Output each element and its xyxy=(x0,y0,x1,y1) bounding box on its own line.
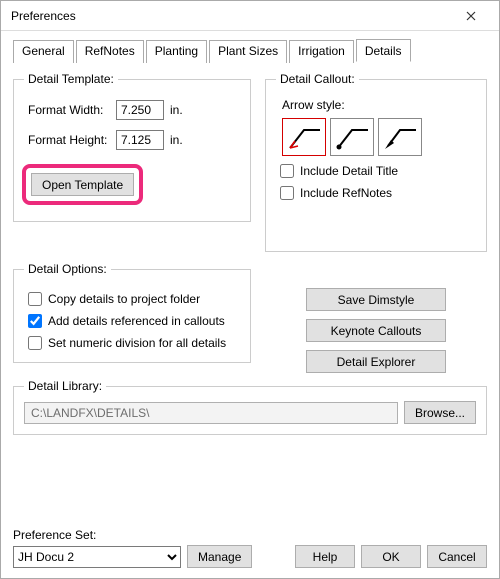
height-unit: in. xyxy=(170,133,183,147)
copy-details-checkbox[interactable] xyxy=(28,292,42,306)
preferences-dialog: Preferences General RefNotes Planting Pl… xyxy=(0,0,500,579)
detail-callout-legend: Detail Callout: xyxy=(276,72,359,86)
close-icon xyxy=(466,11,476,21)
include-detail-title-label: Include Detail Title xyxy=(300,164,398,178)
detail-template-legend: Detail Template: xyxy=(24,72,118,86)
detail-callout-group: Detail Callout: Arrow style: Include De xyxy=(265,72,487,252)
dialog-content: General RefNotes Planting Plant Sizes Ir… xyxy=(1,31,499,578)
ok-button[interactable]: OK xyxy=(361,545,421,568)
window-title: Preferences xyxy=(11,9,451,23)
tab-refnotes[interactable]: RefNotes xyxy=(76,40,144,63)
manage-button[interactable]: Manage xyxy=(187,545,252,568)
detail-options-group: Detail Options: Copy details to project … xyxy=(13,262,251,363)
include-refnotes-checkbox[interactable] xyxy=(280,186,294,200)
detail-library-group: Detail Library: Browse... xyxy=(13,379,487,435)
open-template-highlight: Open Template xyxy=(22,164,143,205)
open-template-button[interactable]: Open Template xyxy=(31,173,134,196)
arrow-style-3[interactable] xyxy=(378,118,422,156)
detail-explorer-button[interactable]: Detail Explorer xyxy=(306,350,446,373)
tab-details[interactable]: Details xyxy=(356,39,411,62)
width-unit: in. xyxy=(170,103,183,117)
tab-planting[interactable]: Planting xyxy=(146,40,207,63)
detail-library-path xyxy=(24,402,398,424)
arrow-style-1[interactable] xyxy=(282,118,326,156)
preference-set-label: Preference Set: xyxy=(13,528,487,542)
browse-button[interactable]: Browse... xyxy=(404,401,476,424)
include-detail-title-checkbox[interactable] xyxy=(280,164,294,178)
numeric-division-checkbox[interactable] xyxy=(28,336,42,350)
detail-library-legend: Detail Library: xyxy=(24,379,106,393)
tab-strip: General RefNotes Planting Plant Sizes Ir… xyxy=(13,39,487,62)
bottom-bar: Preference Set: JH Docu 2 Manage Help OK… xyxy=(13,528,487,568)
preference-set-select[interactable]: JH Docu 2 xyxy=(13,546,181,568)
detail-options-legend: Detail Options: xyxy=(24,262,111,276)
tab-plantsizes[interactable]: Plant Sizes xyxy=(209,40,287,63)
tab-irrigation[interactable]: Irrigation xyxy=(289,40,354,63)
add-details-label: Add details referenced in callouts xyxy=(48,314,225,328)
arrow-open-icon xyxy=(286,122,322,152)
save-dimstyle-button[interactable]: Save Dimstyle xyxy=(306,288,446,311)
title-bar: Preferences xyxy=(1,1,499,31)
close-button[interactable] xyxy=(451,2,491,30)
arrow-style-label: Arrow style: xyxy=(282,98,476,112)
include-refnotes-label: Include RefNotes xyxy=(300,186,392,200)
help-button[interactable]: Help xyxy=(295,545,355,568)
copy-details-label: Copy details to project folder xyxy=(48,292,200,306)
format-height-input[interactable] xyxy=(116,130,164,150)
keynote-callouts-button[interactable]: Keynote Callouts xyxy=(306,319,446,342)
arrow-dot-icon xyxy=(334,122,370,152)
arrow-style-2[interactable] xyxy=(330,118,374,156)
numeric-division-label: Set numeric division for all details xyxy=(48,336,226,350)
right-button-column: Save Dimstyle Keynote Callouts Detail Ex… xyxy=(265,288,487,373)
format-height-label: Format Height: xyxy=(28,133,116,147)
detail-template-group: Detail Template: Format Width: in. Forma… xyxy=(13,72,251,222)
format-width-label: Format Width: xyxy=(28,103,116,117)
tab-general[interactable]: General xyxy=(13,40,74,63)
format-width-input[interactable] xyxy=(116,100,164,120)
cancel-button[interactable]: Cancel xyxy=(427,545,487,568)
arrow-filled-icon xyxy=(382,122,418,152)
add-details-checkbox[interactable] xyxy=(28,314,42,328)
